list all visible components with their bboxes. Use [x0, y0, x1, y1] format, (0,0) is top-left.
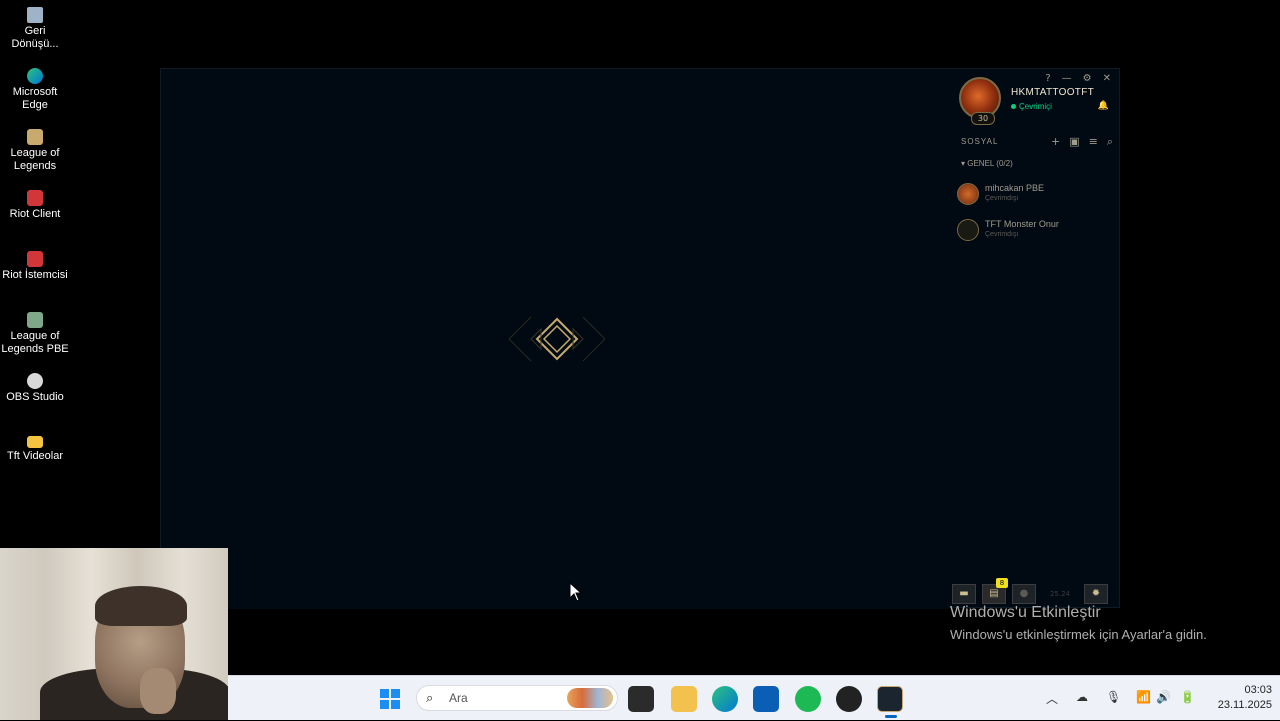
chevron-up-icon[interactable]: ︿ [1046, 690, 1058, 707]
help-center-button[interactable]: ✹ [1084, 584, 1108, 604]
loading-spinner-icon [508, 316, 606, 362]
friend-status: Çevrimdışı [985, 195, 1019, 202]
taskbar-search[interactable]: ⌕ Ara [416, 685, 618, 711]
friends-group-header[interactable]: ▾ GENEL (0/2) [961, 159, 1013, 168]
league-icon [27, 129, 43, 145]
desktop-icon-label: League of Legends PBE [1, 330, 69, 355]
edge-icon [27, 68, 43, 84]
clock-date: 23.11.2025 [1217, 699, 1272, 711]
summoner-status[interactable]: Çevrimiçi [1011, 102, 1052, 111]
notification-bell-icon[interactable]: 🔔 [1098, 101, 1109, 111]
desktop-icon-riot-istemcisi[interactable]: Riot İstemcisi [0, 251, 70, 282]
riot-client-icon [27, 190, 43, 206]
online-dot-icon [1011, 104, 1016, 109]
folder-icon [27, 436, 43, 448]
volume-icon[interactable]: 🔊 [1156, 690, 1171, 704]
friends-group-label: GENEL (0/2) [967, 159, 1013, 168]
desktop-icon-label: OBS Studio [6, 391, 64, 403]
activation-watermark-title: Windows'u Etkinleştir [950, 604, 1101, 621]
spotify-icon[interactable] [795, 686, 821, 712]
desktop-icon-label: Tft Videolar [6, 450, 64, 462]
social-bottom-toolbar: ▬ ▤ 8 ● 25.24 ✹ [952, 578, 1108, 604]
search-highlight-image [567, 688, 613, 708]
microphone-icon: ● [1019, 588, 1029, 599]
chat-icon: ▬ [959, 588, 969, 599]
desktop-icon-league[interactable]: League of Legends [0, 129, 70, 173]
friend-name: TFT Monster Onur [985, 219, 1059, 229]
desktop-icon-label: Riot Client [9, 208, 61, 220]
webcam-overlay [0, 548, 228, 720]
client-main-area [161, 69, 949, 609]
wifi-icon[interactable]: 📶 [1136, 690, 1151, 704]
file-explorer-icon[interactable] [671, 686, 697, 712]
clipboard-icon: ▤ [989, 588, 999, 599]
voice-button[interactable]: ● [1012, 584, 1036, 604]
search-icon: ⌕ [426, 691, 434, 706]
search-icon[interactable]: ⌕ [1107, 135, 1113, 149]
friend-avatar [957, 219, 979, 241]
friend-name: mihcakan PBE [985, 183, 1045, 193]
friend-item[interactable]: mihcakan PBE Çevrimdışı [957, 181, 1117, 209]
friend-avatar [957, 183, 979, 205]
obs-icon[interactable] [836, 686, 862, 712]
chat-button[interactable]: ▬ [952, 584, 976, 604]
desktop-icon-riot-client[interactable]: Riot Client [0, 190, 70, 221]
social-label: SOSYAL [961, 137, 999, 146]
missions-button[interactable]: ▤ 8 [982, 578, 1008, 604]
summoner-status-text: Çevrimiçi [1019, 102, 1052, 111]
webcam-person-hand [140, 668, 176, 714]
desktop-icon-edge[interactable]: Microsoft Edge [0, 68, 70, 112]
desktop-icon-label: Microsoft Edge [12, 86, 58, 111]
summoner-level: 30 [971, 112, 995, 125]
league-pbe-icon [27, 312, 43, 328]
windows-start-icon[interactable] [379, 688, 401, 710]
social-tools: + ▣ ≡ ⌕ [1051, 135, 1113, 149]
clock-time: 03:03 [1244, 684, 1272, 696]
microphone-icon[interactable]: 🎙 [1106, 690, 1121, 704]
outlook-icon[interactable] [753, 686, 779, 712]
battery-icon[interactable]: 🔋 [1180, 690, 1195, 704]
league-client-taskbar-icon[interactable] [877, 686, 903, 718]
search-placeholder: Ara [449, 691, 468, 705]
folder-icon[interactable]: ▣ [1069, 135, 1079, 149]
social-toolbar: SOSYAL + ▣ ≡ ⌕ [949, 133, 1119, 153]
taskbar-clock[interactable]: 03:03 23.11.2025 [1218, 683, 1272, 713]
help-button[interactable]: ? [1045, 73, 1050, 84]
desktop-icon-league-pbe[interactable]: League of Legends PBE [0, 312, 70, 356]
recycle-bin-icon [27, 7, 43, 23]
summoner-name[interactable]: HKMTATTOOTFT [1011, 87, 1094, 98]
desktop-icon-label: Geri Dönüşü... [11, 25, 59, 50]
riot-client-icon [27, 251, 43, 267]
list-icon[interactable]: ≡ [1089, 135, 1098, 149]
minimize-button[interactable]: — [1062, 73, 1072, 84]
social-panel: ? — ⚙ ✕ 30 HKMTATTOOTFT Çevrimiçi 🔔 SOSY… [949, 69, 1119, 607]
gear-icon: ✹ [1091, 588, 1101, 599]
system-tray: ︿ ☁ 🎙 📶 🔊 🔋 03:03 23.11.2025 [1040, 676, 1280, 721]
friend-item[interactable]: TFT Monster Onur Çevrimdışı [957, 217, 1117, 245]
cloud-icon[interactable]: ☁ [1076, 690, 1088, 704]
desktop-icon-tft-videolar[interactable]: Tft Videolar [0, 434, 70, 463]
client-version: 25.24 [1049, 590, 1071, 598]
desktop-icon-recycle-bin[interactable]: Geri Dönüşü... [0, 7, 70, 51]
desktop-icon-obs[interactable]: OBS Studio [0, 373, 70, 404]
activation-watermark-subtitle: Windows'u etkinleştirmek için Ayarlar'a … [950, 627, 1207, 642]
obs-icon [27, 373, 43, 389]
desktop-icon-label: League of Legends [10, 147, 60, 172]
desktop-icon-label: Riot İstemcisi [2, 269, 68, 281]
edge-icon[interactable] [712, 686, 738, 712]
window-controls: ? — ⚙ ✕ [1045, 73, 1111, 84]
close-button[interactable]: ✕ [1103, 73, 1111, 84]
taskbar: ⌕ Ara ︿ ☁ 🎙 📶 🔊 🔋 03:03 23.11.2025 [228, 675, 1280, 720]
settings-button[interactable]: ⚙ [1083, 73, 1092, 84]
league-client-window: ? — ⚙ ✕ 30 HKMTATTOOTFT Çevrimiçi 🔔 SOSY… [160, 68, 1120, 609]
add-friend-icon[interactable]: + [1051, 135, 1060, 149]
friend-status: Çevrimdışı [985, 231, 1019, 238]
webcam-person-hair [95, 586, 187, 626]
mouse-cursor-icon [569, 582, 583, 602]
notification-badge: 8 [996, 578, 1008, 588]
task-view-icon[interactable] [628, 686, 654, 712]
